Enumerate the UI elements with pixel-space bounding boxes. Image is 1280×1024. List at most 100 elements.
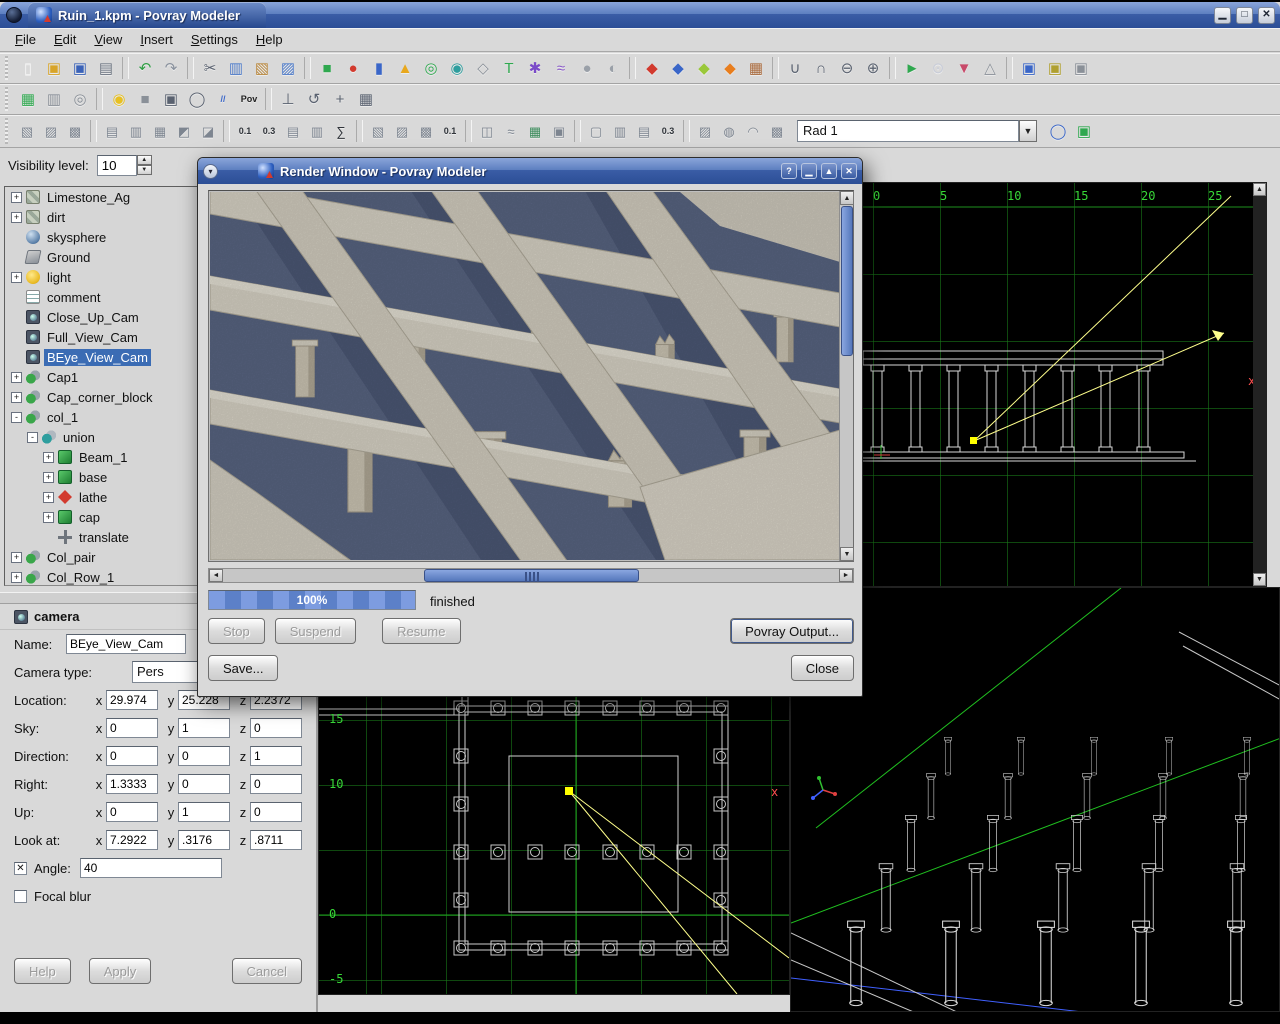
viewport-scrollbar[interactable]: ▲ ▼ (1253, 183, 1266, 586)
value-entry-1-icon[interactable]: 0.1 (438, 119, 462, 143)
insert-clock-icon[interactable]: ⊙ (925, 55, 951, 81)
insert-triangle-icon[interactable]: △ (977, 55, 1003, 81)
pigment-icon[interactable]: ▤ (100, 119, 124, 143)
new-document-icon[interactable]: ▯ (15, 55, 41, 81)
stop-button[interactable]: Stop (208, 618, 265, 644)
insert-sphere-sweep-icon[interactable]: ≈ (548, 55, 574, 81)
toolbar-handle[interactable] (3, 87, 12, 111)
warp-icon[interactable]: ◫ (475, 119, 499, 143)
bump-map-icon[interactable]: ▩ (414, 119, 438, 143)
axes-toggle-icon[interactable]: ⊥ (275, 86, 301, 112)
menu-file[interactable]: File (6, 30, 45, 49)
insert-plane-icon[interactable]: ◇ (470, 55, 496, 81)
insert-cylinder-icon[interactable]: ▮ (366, 55, 392, 81)
insert-material-icon[interactable]: ▼ (951, 55, 977, 81)
print-icon[interactable]: ▤ (93, 55, 119, 81)
resume-button[interactable]: Resume (382, 618, 460, 644)
normal-icon[interactable]: ▥ (124, 119, 148, 143)
tree-expander[interactable]: + (11, 392, 22, 403)
rotate-tool-icon[interactable]: ↺ (301, 86, 327, 112)
insert-camera-target-icon[interactable]: ▣ (1042, 55, 1068, 81)
shade-button[interactable]: ▾ (203, 164, 218, 179)
color-map-entry-1-icon[interactable]: 0.1 (233, 119, 257, 143)
dialog-shade-button[interactable]: ▲ (821, 163, 837, 179)
normal-map-icon[interactable]: ▨ (390, 119, 414, 143)
insert-blob-icon[interactable]: ◉ (444, 55, 470, 81)
menu-view[interactable]: View (85, 30, 131, 49)
image-vertical-scrollbar[interactable]: ▲ ▼ (839, 191, 853, 561)
tree-expander[interactable]: + (11, 372, 22, 383)
light-bulb-icon[interactable]: ◉ (106, 86, 132, 112)
visibility-level-input[interactable] (97, 155, 137, 176)
csg-union-icon[interactable]: ∪ (782, 55, 808, 81)
menu-settings[interactable]: Settings (182, 30, 247, 49)
skysphere-insert-icon[interactable]: ◍ (717, 119, 741, 143)
duplicate-icon[interactable]: ▨ (275, 55, 301, 81)
direction-y-field[interactable] (178, 746, 230, 766)
tree-expander[interactable]: + (11, 552, 22, 563)
material-preview-icon[interactable]: ▥ (41, 86, 67, 112)
dialog-close-button[interactable]: ✕ (841, 163, 857, 179)
tree-expander[interactable]: + (11, 212, 22, 223)
save-button[interactable]: Save... (208, 655, 278, 681)
insert-camera-icon[interactable]: ▣ (1016, 55, 1042, 81)
tree-expander[interactable]: + (43, 492, 54, 503)
tree-expander[interactable]: + (43, 472, 54, 483)
location-x-field[interactable] (106, 690, 158, 710)
texture-view-icon[interactable]: ▦ (15, 86, 41, 112)
insert-height-field-icon[interactable]: ▦ (743, 55, 769, 81)
tree-expander[interactable]: + (43, 512, 54, 523)
pov-source-icon[interactable]: Pov (236, 86, 262, 112)
texture-solid-icon[interactable]: ▧ (15, 119, 39, 143)
texture-map-icon[interactable]: ◩ (172, 119, 196, 143)
look_at-y-field[interactable] (178, 830, 230, 850)
look_at-z-field[interactable] (250, 830, 302, 850)
help-button[interactable]: Help (14, 958, 71, 984)
slope-map-icon[interactable]: ▧ (366, 119, 390, 143)
tree-expander[interactable]: + (11, 572, 22, 583)
material-map-icon[interactable]: ◪ (196, 119, 220, 143)
tree-expander[interactable]: - (27, 432, 38, 443)
search-icon[interactable]: ◯ (184, 86, 210, 112)
insert-sphere-icon[interactable]: ● (340, 55, 366, 81)
scrollbar-thumb[interactable] (841, 206, 853, 356)
scroll-right-icon[interactable]: ► (839, 569, 853, 582)
image-map-icon[interactable]: ▦ (523, 119, 547, 143)
toolbar-handle[interactable] (3, 56, 12, 80)
scroll-down-icon[interactable]: ▼ (840, 547, 854, 561)
apply-button[interactable]: Apply (89, 958, 152, 984)
value-entry-2-icon[interactable]: 0.3 (656, 119, 680, 143)
cut-icon[interactable]: ✂ (197, 55, 223, 81)
scroll-left-icon[interactable]: ◄ (209, 569, 223, 582)
chevron-down-icon[interactable]: ▼ (1019, 120, 1037, 142)
csg-difference-icon[interactable]: ⊖ (834, 55, 860, 81)
texture-brick-icon[interactable]: ▩ (63, 119, 87, 143)
insert-sor-icon[interactable]: ◆ (691, 55, 717, 81)
look_at-x-field[interactable] (106, 830, 158, 850)
undo-icon[interactable]: ↶ (132, 55, 158, 81)
finish-icon[interactable]: ▦ (148, 119, 172, 143)
right-z-field[interactable] (250, 774, 302, 794)
window-titlebar[interactable]: Ruin_1.kpm - Povray Modeler ▁ □ ✕ (0, 2, 1280, 28)
suspend-button[interactable]: Suspend (275, 618, 356, 644)
radiosity-combo[interactable]: Rad 1 ▼ (797, 120, 1037, 142)
insert-cone-icon[interactable]: ▲ (392, 55, 418, 81)
sky-x-field[interactable] (106, 718, 158, 738)
scattering-icon[interactable]: ▤ (632, 119, 656, 143)
toolbar-handle[interactable] (3, 118, 12, 144)
grid-toggle-icon[interactable]: ▦ (353, 86, 379, 112)
rendered-image[interactable] (210, 192, 840, 560)
tree-expander[interactable]: + (11, 272, 22, 283)
turbulence-icon[interactable]: ≈ (499, 119, 523, 143)
radiosity-icon[interactable]: ◎ (67, 86, 93, 112)
right-y-field[interactable] (178, 774, 230, 794)
sky-y-field[interactable] (178, 718, 230, 738)
scroll-up-icon[interactable]: ▲ (1253, 183, 1266, 196)
density-sum-icon[interactable]: ∑ (329, 119, 353, 143)
global-settings-icon[interactable]: ▩ (765, 119, 789, 143)
copy-icon[interactable]: ▥ (223, 55, 249, 81)
dialog-close-action-button[interactable]: Close (791, 655, 854, 681)
viewport-perspective[interactable] (790, 587, 1280, 1012)
insert-quadric-icon[interactable]: ● (574, 55, 600, 81)
close-button[interactable]: ✕ (1258, 7, 1275, 24)
